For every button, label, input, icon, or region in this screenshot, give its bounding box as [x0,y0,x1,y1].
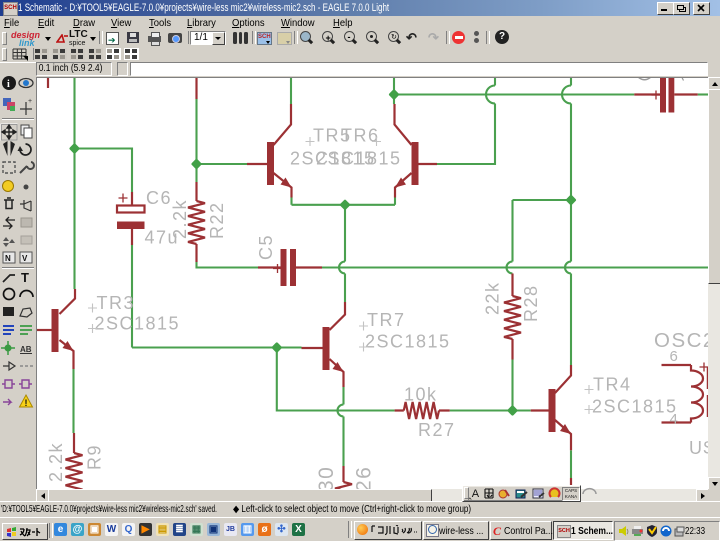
svg-text:TR3: TR3 [97,293,136,313]
svg-text:R27: R27 [418,420,456,440]
svg-text:TR7: TR7 [367,310,406,330]
svg-text:6: 6 [670,348,680,365]
svg-text:T: T [21,270,29,285]
svg-text:N: N [5,254,11,263]
svg-text:TR4: TR4 [593,375,632,395]
svg-text:R28: R28 [521,284,541,322]
svg-text:V: V [22,254,28,263]
svg-text:26: 26 [353,466,376,490]
svg-text:4: 4 [670,411,680,428]
svg-text:22k: 22k [483,281,503,315]
svg-text:30: 30 [315,466,338,490]
svg-text:i: i [7,79,10,90]
svg-text:2SC1815: 2SC1815 [95,314,181,334]
svg-text:!: ! [25,398,28,408]
svg-text:2SC1815: 2SC1815 [316,149,402,169]
svg-text:10k: 10k [404,385,438,405]
svg-text:2SC1815: 2SC1815 [365,332,451,352]
svg-text:C6: C6 [146,188,172,208]
svg-text:2.2k: 2.2k [46,442,66,482]
svg-text:R9: R9 [85,444,105,470]
svg-text:AB: AB [20,345,32,354]
svg-text:2SC1815: 2SC1815 [592,397,678,417]
svg-text:+: + [28,98,32,105]
svg-text:C5: C5 [256,234,276,260]
svg-text:U$5: U$5 [689,438,709,458]
svg-text:OSC23: OSC23 [654,329,709,352]
svg-text:TR6: TR6 [341,126,380,146]
svg-text:2.2k: 2.2k [170,199,190,239]
svg-text:R22: R22 [207,201,227,239]
